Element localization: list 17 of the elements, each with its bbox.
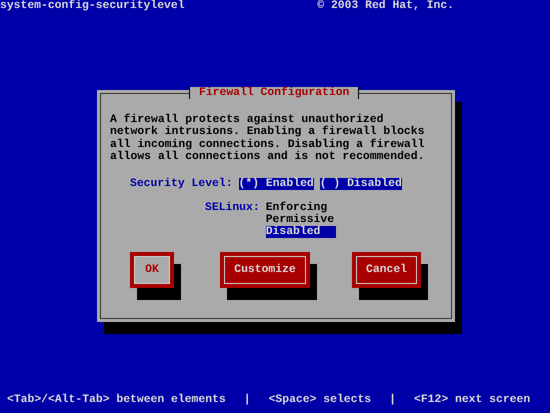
dialog-title: Firewall Configuration (189, 87, 360, 99)
separator-text: | (389, 393, 396, 408)
list-item[interactable]: Disabled (266, 226, 336, 238)
selinux-label: SELinux: (205, 202, 260, 216)
dialog-button[interactable]: Customize (220, 252, 310, 288)
key-hint: <Tab>/<Alt-Tab> between elements (7, 393, 226, 408)
list-item[interactable]: Permissive (266, 214, 336, 226)
key-hint: <F12> next screen (414, 393, 530, 408)
dialog-button[interactable]: Cancel (352, 252, 421, 288)
radio-option[interactable]: (*) Enabled (238, 178, 314, 190)
key-hint: <Space> selects (268, 393, 372, 408)
description-text: A firewall protects against unauthorized network intrusions. Enabling a firewall blocks all incoming connections. Disabling a firewall allows all connections and is not recommended. (110, 114, 426, 164)
list-item[interactable]: Enforcing (266, 202, 336, 214)
copyright-text: © 2003 Red Hat, Inc. (317, 0, 454, 14)
radio-option[interactable]: ( ) Disabled (320, 178, 402, 190)
security-level-label: Security Level: (130, 178, 233, 190)
separator-text: | (244, 393, 251, 408)
